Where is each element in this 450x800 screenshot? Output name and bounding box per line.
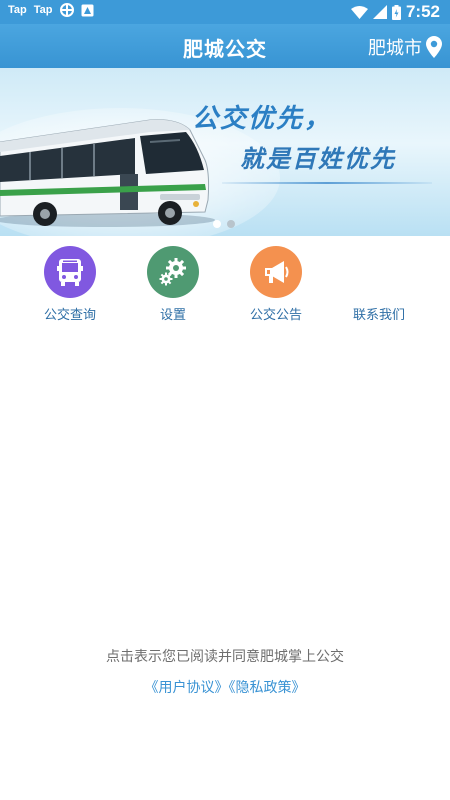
carousel-dot-2[interactable] (227, 220, 235, 228)
banner-slogan-underline (222, 182, 432, 184)
menu-item-settings[interactable]: 设置 (121, 246, 225, 326)
menu-label-settings: 设置 (159, 308, 186, 323)
agreement-text: 点击表示您已阅读并同意肥城掌上公交 (106, 649, 344, 665)
privacy-policy-link[interactable]: 《隐私政策》 (229, 680, 306, 696)
carousel-indicator (213, 220, 235, 228)
menu-label-contact: 联系我们 (352, 308, 405, 323)
app-bar: 肥城公交 肥城市 (0, 24, 450, 68)
contact-icon-placeholder (353, 246, 405, 298)
agreement-links: 《用户协议》《隐私政策》 (0, 677, 450, 697)
city-selector[interactable]: 肥城市 (368, 34, 442, 60)
vpn-icon (59, 3, 74, 17)
banner-slogan-line2: 就是百姓优先 (240, 144, 396, 173)
menu-item-announcement[interactable]: 公交公告 (224, 246, 328, 326)
menu-item-contact[interactable]: 联系我们 (327, 246, 431, 326)
status-right: 7:52 (350, 2, 440, 22)
bus-icon (44, 246, 96, 298)
status-bar: Tap Tap 7:52 (0, 0, 450, 24)
menu-label-bus-query: 公交查询 (43, 308, 96, 323)
battery-icon (391, 4, 401, 20)
status-time: 7:52 (405, 2, 440, 21)
user-agreement-link[interactable]: 《用户协议》 (145, 680, 229, 696)
gears-icon (147, 246, 199, 298)
taptap-notification-2: Tap (33, 4, 53, 16)
signal-icon (372, 5, 387, 19)
banner-slogan-line1: 公交优先， (192, 104, 333, 134)
wifi-icon (350, 5, 368, 19)
location-pin-icon (426, 36, 442, 58)
status-left: Tap Tap (8, 3, 94, 17)
city-label: 肥城市 (368, 38, 422, 59)
taptap-notification-1: Tap (8, 4, 27, 16)
menu-label-announcement: 公交公告 (249, 308, 302, 323)
menu-grid: 公交查询 设置 公交公告 联系我们 (0, 236, 450, 330)
megaphone-icon (250, 246, 302, 298)
menu-item-bus-query[interactable]: 公交查询 (18, 246, 122, 326)
carousel-dot-1[interactable] (213, 220, 221, 228)
download-notification-icon (81, 4, 93, 16)
banner-carousel[interactable]: 公交优先， 就是百姓优先 (0, 68, 450, 236)
